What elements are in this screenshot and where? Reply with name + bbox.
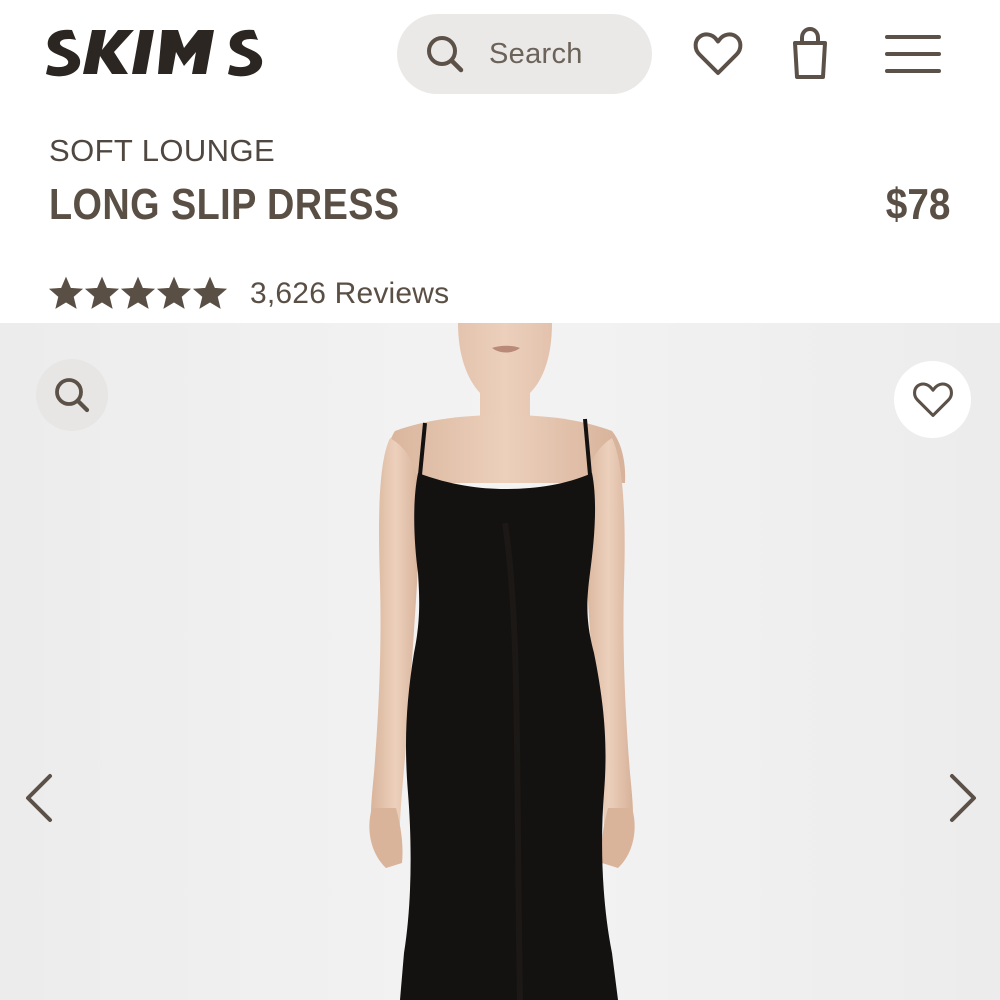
star-icon <box>156 276 192 309</box>
product-price: $78 <box>885 180 950 229</box>
menu-button[interactable] <box>884 28 942 80</box>
chevron-right-icon <box>950 774 976 822</box>
zoom-icon <box>55 378 90 413</box>
star-icon <box>48 276 84 309</box>
shopping-bag-icon <box>793 26 827 79</box>
heart-icon <box>912 381 953 417</box>
previous-image-button[interactable] <box>20 768 60 828</box>
wishlist-button[interactable] <box>690 26 746 82</box>
star-rating <box>48 276 228 312</box>
next-image-button[interactable] <box>942 768 982 828</box>
product-image-gallery[interactable] <box>0 323 1000 1000</box>
product-rating[interactable]: 3,626 Reviews <box>48 272 449 316</box>
heart-icon <box>693 32 743 75</box>
chevron-left-icon <box>26 774 52 822</box>
shopping-bag-button[interactable] <box>782 24 838 84</box>
zoom-button[interactable] <box>36 359 108 431</box>
search-icon <box>423 32 467 76</box>
review-count-link[interactable]: 3,626 Reviews <box>250 277 449 311</box>
star-icon <box>192 276 228 309</box>
star-icon <box>84 276 120 309</box>
brand-logo[interactable] <box>42 22 282 80</box>
star-icon <box>120 276 156 309</box>
site-header: Search <box>0 0 1000 110</box>
product-collection[interactable]: SOFT LOUNGE <box>49 133 275 169</box>
hamburger-menu-icon <box>885 35 941 73</box>
product-photo <box>0 323 1000 1000</box>
favorite-button[interactable] <box>894 361 971 438</box>
brand-logo-wordmark <box>46 29 263 77</box>
search-input[interactable]: Search <box>489 38 583 71</box>
search-bar[interactable]: Search <box>397 14 652 94</box>
product-title: LONG SLIP DRESS <box>49 180 400 229</box>
